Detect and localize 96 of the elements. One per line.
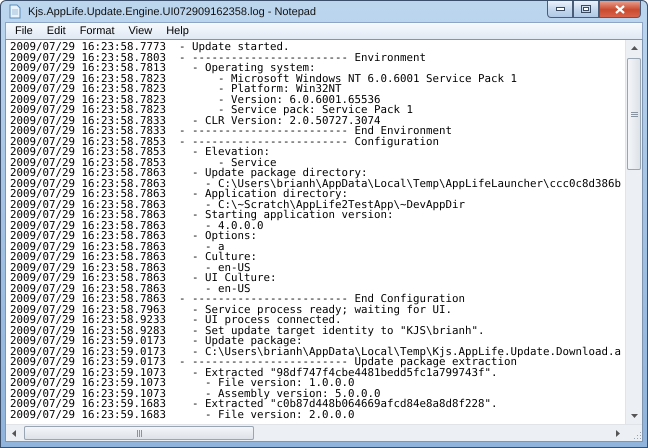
left-arrow-icon xyxy=(12,430,16,436)
log-timestamp: 2009/07/29 16:23:59.0173 xyxy=(10,346,166,357)
log-message: - UI Culture: xyxy=(191,273,277,284)
maximize-button[interactable] xyxy=(573,1,599,18)
log-timestamp: 2009/07/29 16:23:58.7863 xyxy=(10,294,166,304)
close-icon xyxy=(615,4,625,14)
menu-item[interactable]: Format xyxy=(72,24,122,38)
log-message: - Platform: Win32NT xyxy=(217,84,342,94)
log-message: - Service process ready; waiting for UI. xyxy=(191,304,452,315)
minimize-icon xyxy=(556,7,564,11)
log-message: - Update started. xyxy=(179,42,290,52)
log-timestamp: 2009/07/29 16:23:58.9233 xyxy=(10,315,166,326)
log-message: - en-US xyxy=(204,262,251,273)
log-timestamp: 2009/07/29 16:23:58.7773 xyxy=(10,42,166,52)
scroll-thumb[interactable] xyxy=(627,58,641,170)
log-message: - Set update target identity to "KJS\brianh". xyxy=(191,326,485,336)
log-message: - File version: 2.0.0.0 xyxy=(204,410,355,420)
size-grip-icon[interactable] xyxy=(631,430,642,441)
log-timestamp: 2009/07/29 16:23:58.7853 xyxy=(10,136,166,147)
log-timestamp: 2009/07/29 16:23:58.7863 xyxy=(10,231,166,242)
maximize-icon xyxy=(581,5,591,13)
log-timestamp: 2009/07/29 16:23:58.7813 xyxy=(10,63,166,74)
grip-icon xyxy=(136,430,142,436)
log-message: - Extracted "c0b87d448b064669afcd84e8a8d8f228". xyxy=(191,399,498,410)
log-timestamp: 2009/07/29 16:23:58.7863 xyxy=(10,242,166,252)
log-timestamp: 2009/07/29 16:23:58.7863 xyxy=(10,178,166,189)
log-message: - C:\~Scratch\AppLife2TestApp\~DevAppDir xyxy=(204,200,466,210)
log-timestamp: 2009/07/29 16:23:58.7803 xyxy=(10,52,166,63)
horizontal-scrollbar[interactable] xyxy=(6,424,642,441)
log-message: - ------------------------ Configuration xyxy=(179,136,440,147)
log-message: - Elevation: xyxy=(191,147,270,158)
close-button[interactable] xyxy=(599,1,641,18)
log-timestamp: 2009/07/29 16:23:59.1073 xyxy=(10,388,166,399)
log-timestamp: 2009/07/29 16:23:58.7863 xyxy=(10,220,166,231)
log-message: - 4.0.0.0 xyxy=(204,220,264,231)
menu-item[interactable]: Help xyxy=(159,24,196,38)
log-message: - File version: 1.0.0.0 xyxy=(204,378,355,388)
log-timestamp: 2009/07/29 16:23:58.9283 xyxy=(10,326,166,336)
log-timestamp: 2009/07/29 16:23:58.7853 xyxy=(10,147,166,158)
log-timestamp: 2009/07/29 16:23:58.7833 xyxy=(10,126,166,136)
minimize-button[interactable] xyxy=(547,1,573,18)
log-message: - Options: xyxy=(191,231,258,242)
log-timestamp: 2009/07/29 16:23:59.1683 xyxy=(10,410,166,420)
log-timestamp: 2009/07/29 16:23:58.7963 xyxy=(10,304,166,315)
log-timestamp: 2009/07/29 16:23:58.7823 xyxy=(10,74,166,84)
window-title: Kjs.AppLife.Update.Engine.UI072909162358.log - Notepad xyxy=(28,6,318,18)
log-message: - en-US xyxy=(204,284,251,294)
log-message: - Update package: xyxy=(191,336,303,346)
log-timestamp: 2009/07/29 16:23:58.7863 xyxy=(10,252,166,262)
log-message: - Microsoft Windows NT 6.0.6001 Service Pack 1 xyxy=(218,74,518,84)
grip-icon xyxy=(630,112,638,116)
log-timestamp: 2009/07/29 16:23:59.1073 xyxy=(10,368,166,378)
log-message: - C:\Users\brianh\AppData\Local\Temp\AppLifeLauncher\ccc0c8d386b xyxy=(204,178,622,189)
log-timestamp: 2009/07/29 16:23:59.1683 xyxy=(10,399,166,410)
log-message: - Service xyxy=(218,158,277,168)
log-message: - Update package directory: xyxy=(191,168,368,178)
vertical-scrollbar[interactable] xyxy=(625,40,642,424)
log-timestamp: 2009/07/29 16:23:59.1073 xyxy=(10,378,166,388)
log-timestamp: 2009/07/29 16:23:58.7853 xyxy=(10,158,166,168)
notepad-icon xyxy=(9,4,21,19)
log-timestamp: 2009/07/29 16:23:58.7863 xyxy=(10,168,166,178)
log-timestamp: 2009/07/29 16:23:58.7833 xyxy=(10,116,166,126)
log-message: - a xyxy=(204,242,225,252)
log-timestamp: 2009/07/29 16:23:58.7823 xyxy=(10,94,166,105)
down-arrow-icon xyxy=(630,414,638,418)
log-message: - Culture: xyxy=(191,252,258,262)
log-timestamp: 2009/07/29 16:23:59.0173 xyxy=(10,357,166,368)
log-timestamp: 2009/07/29 16:23:58.7823 xyxy=(10,84,166,94)
menu-item[interactable]: File xyxy=(8,24,40,38)
menu-item[interactable]: Edit xyxy=(40,24,73,38)
log-message: - Version: 6.0.6001.65536 xyxy=(217,94,381,105)
log-message: - ------------------------ Update package extraction xyxy=(179,357,518,368)
log-message: - ------------------------ End Configuration xyxy=(179,294,466,304)
log-timestamp: 2009/07/29 16:23:58.7863 xyxy=(10,210,166,220)
log-message: - UI process connected. xyxy=(191,315,342,326)
log-timestamp: 2009/07/29 16:23:58.7863 xyxy=(10,262,166,273)
log-timestamp: 2009/07/29 16:23:58.7823 xyxy=(10,105,166,116)
menu-item[interactable]: View xyxy=(122,24,160,38)
log-message: - C:\Users\brianh\AppData\Local\Temp\Kjs.AppLife.Update.Download.a xyxy=(191,346,622,357)
log-timestamp: 2009/07/29 16:23:58.7863 xyxy=(10,189,166,200)
scroll-thumb[interactable] xyxy=(24,426,254,440)
log-message: - ------------------------ End Environment xyxy=(179,126,452,136)
log-message: - Extracted "98df747f4cbe4481bedd5fc1a799743f". xyxy=(191,368,498,378)
log-message: - ------------------------ Environment xyxy=(179,52,426,63)
log-timestamp: 2009/07/29 16:23:58.7863 xyxy=(10,273,166,284)
log-message: - Assembly version: 5.0.0.0 xyxy=(204,388,381,399)
log-message: - Service pack: Service Pack 1 xyxy=(217,105,414,116)
right-arrow-icon xyxy=(616,430,620,436)
up-arrow-icon xyxy=(630,46,638,50)
log-timestamp: 2009/07/29 16:23:58.7863 xyxy=(10,284,166,294)
log-message: - Application directory: xyxy=(191,189,348,200)
log-message: - CLR Version: 2.0.50727.3074 xyxy=(191,116,381,126)
log-message: - Starting application version: xyxy=(191,210,394,220)
log-timestamp: 2009/07/29 16:23:58.7863 xyxy=(10,200,166,210)
log-timestamp: 2009/07/29 16:23:59.0173 xyxy=(10,336,166,346)
log-message: - Operating system: xyxy=(191,63,316,74)
